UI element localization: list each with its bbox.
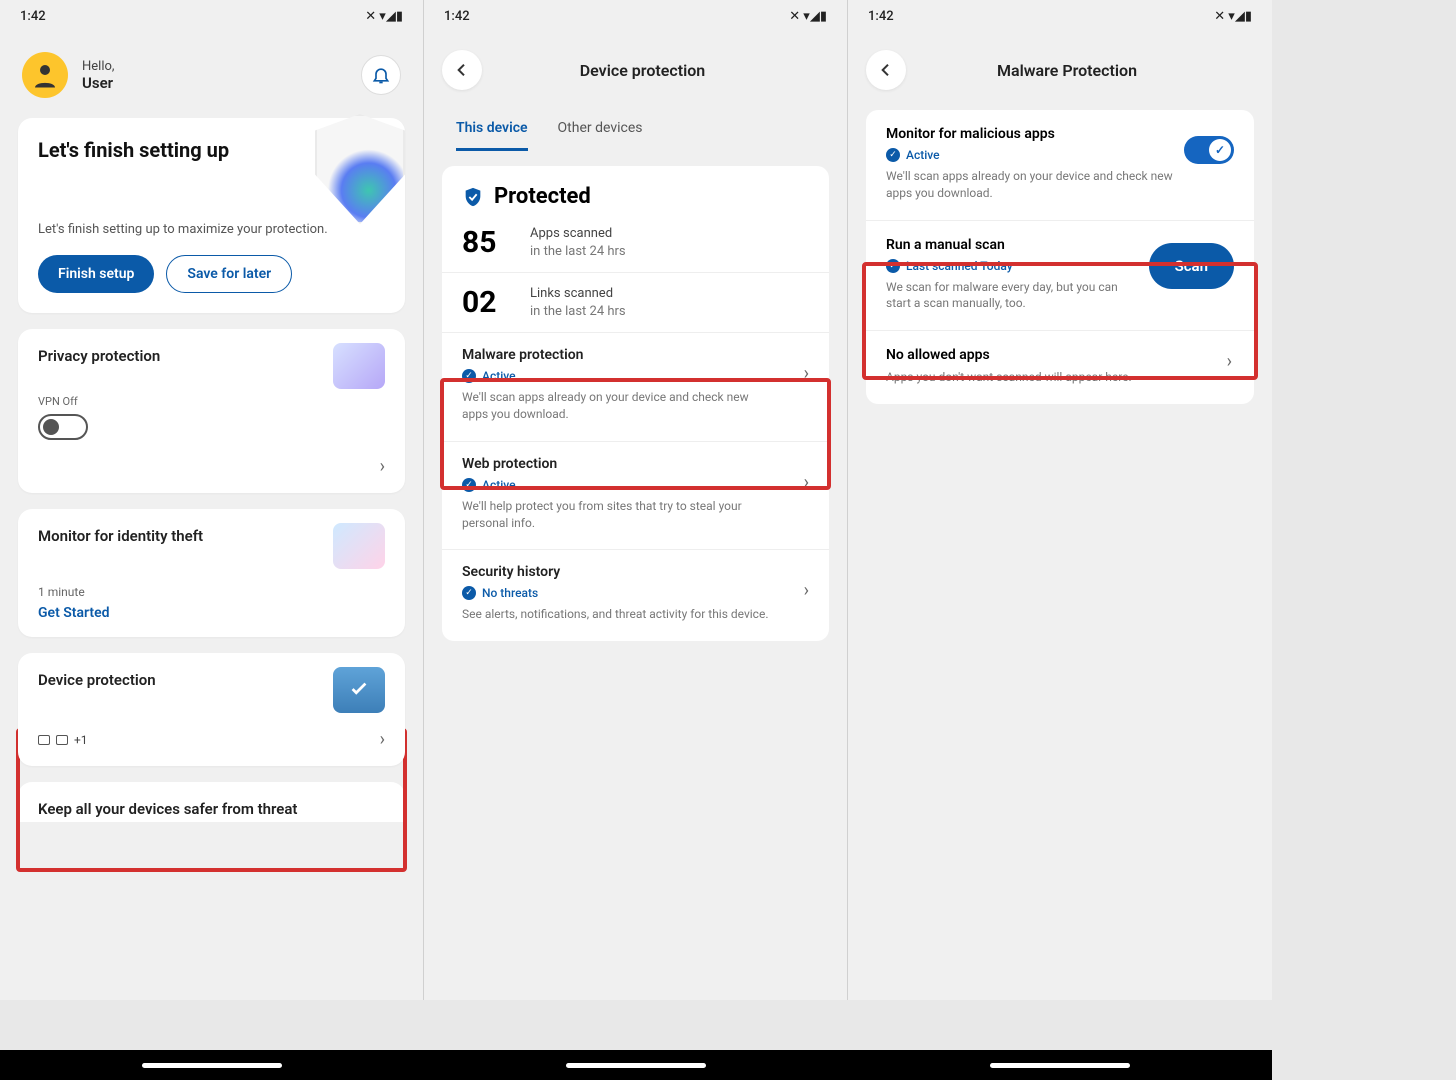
save-later-button[interactable]: Save for later [166, 255, 292, 293]
bell-icon [371, 65, 391, 85]
monitor-status: Active [906, 148, 940, 162]
home-screen: 1:42 ✕ ▾◢▮ Hello, User Let's finish sett… [0, 0, 424, 1000]
history-desc: See alerts, notifications, and threat ac… [462, 606, 772, 623]
links-scanned-count: 02 [462, 285, 512, 320]
vpn-label: VPN Off [38, 395, 385, 408]
privacy-icon [333, 343, 385, 389]
malware-panel: Monitor for malicious apps ✓ Active We'll… [866, 110, 1254, 404]
page-title: Malware Protection [880, 61, 1254, 80]
monitor-apps-row: Monitor for malicious apps ✓ Active We'll… [866, 110, 1254, 221]
device-count: +1 [74, 733, 88, 747]
highlight-box [442, 378, 829, 490]
highlight-box [862, 262, 1258, 380]
device-glyph-icon [38, 735, 50, 745]
page-title: Device protection [456, 61, 829, 80]
status-icons: ✕ ▾◢▮ [789, 9, 827, 24]
identity-theft-tile[interactable]: Monitor for identity theft 1 minute Get … [18, 509, 405, 637]
avatar[interactable] [22, 52, 68, 98]
status-icons: ✕ ▾◢▮ [365, 9, 403, 24]
links-scanned-label: Links scanned [530, 285, 626, 303]
monitor-toggle[interactable] [1184, 136, 1234, 164]
shield-check-icon [462, 185, 484, 209]
tab-other-devices[interactable]: Other devices [558, 110, 643, 151]
greeting-hello: Hello, [82, 59, 114, 74]
malware-protection-screen: 1:42 ✕ ▾◢▮ Malware Protection Monitor fo… [848, 0, 1272, 1000]
status-bar: 1:42 ✕ ▾◢▮ [848, 0, 1272, 32]
setup-subtitle: Let's finish setting up to maximize your… [38, 222, 385, 237]
tab-this-device[interactable]: This device [456, 110, 528, 151]
protected-label: Protected [494, 184, 591, 209]
device-protection-tile[interactable]: Device protection +1 › [18, 653, 405, 766]
apps-scanned-label: Apps scanned [530, 225, 626, 243]
status-time: 1:42 [868, 9, 894, 24]
status-time: 1:42 [20, 9, 46, 24]
history-title: Security history [462, 564, 809, 580]
apps-scanned-stat: 85 Apps scanned in the last 24 hrs [442, 213, 829, 273]
malware-title: Malware protection [462, 347, 809, 363]
monitor-title: Monitor for malicious apps [886, 126, 1234, 142]
device-tabs: This device Other devices [424, 110, 847, 152]
status-time: 1:42 [444, 9, 470, 24]
get-started-link[interactable]: Get Started [38, 605, 385, 621]
identity-time: 1 minute [38, 585, 385, 599]
device-glyph-icon [56, 735, 68, 745]
device-icon [333, 667, 385, 713]
greeting-row: Hello, User [0, 32, 423, 118]
history-status: No threats [482, 586, 538, 600]
greeting-user: User [82, 74, 114, 92]
nav-handle[interactable] [142, 1063, 282, 1068]
setup-card: Let's finish setting up Let's finish set… [18, 118, 405, 313]
links-scanned-stat: 02 Links scanned in the last 24 hrs [442, 273, 829, 332]
protection-panel: Protected 85 Apps scanned in the last 24… [442, 166, 829, 641]
chevron-right-icon: › [804, 580, 809, 601]
check-shield-icon [348, 679, 370, 701]
chevron-right-icon: › [380, 729, 385, 750]
chevron-right-icon: › [380, 456, 385, 477]
finish-setup-button[interactable]: Finish setup [38, 255, 154, 293]
apps-scanned-count: 85 [462, 225, 512, 260]
monitor-desc: We'll scan apps already on your device a… [886, 168, 1196, 202]
nav-handle[interactable] [566, 1063, 706, 1068]
device-protection-screen: 1:42 ✕ ▾◢▮ Device protection This device… [424, 0, 848, 1000]
privacy-protection-tile[interactable]: Privacy protection VPN Off › [18, 329, 405, 493]
apps-scanned-sub: in the last 24 hrs [530, 243, 626, 261]
identity-icon [333, 523, 385, 569]
check-icon: ✓ [886, 148, 900, 162]
vpn-toggle[interactable] [38, 414, 88, 440]
notifications-button[interactable] [361, 55, 401, 95]
nav-bar [0, 1050, 424, 1080]
status-icons: ✕ ▾◢▮ [1214, 9, 1252, 24]
shield-icon [315, 114, 405, 224]
nav-bar [848, 1050, 1272, 1080]
person-icon [30, 60, 60, 90]
nav-handle[interactable] [990, 1063, 1130, 1068]
links-scanned-sub: in the last 24 hrs [530, 303, 626, 321]
status-bar: 1:42 ✕ ▾◢▮ [0, 0, 423, 32]
nav-bar [424, 1050, 848, 1080]
check-icon: ✓ [462, 586, 476, 600]
web-desc: We'll help protect you from sites that t… [462, 498, 772, 532]
status-bar: 1:42 ✕ ▾◢▮ [424, 0, 847, 32]
security-history-row[interactable]: Security history ✓ No threats See alerts,… [442, 549, 829, 641]
